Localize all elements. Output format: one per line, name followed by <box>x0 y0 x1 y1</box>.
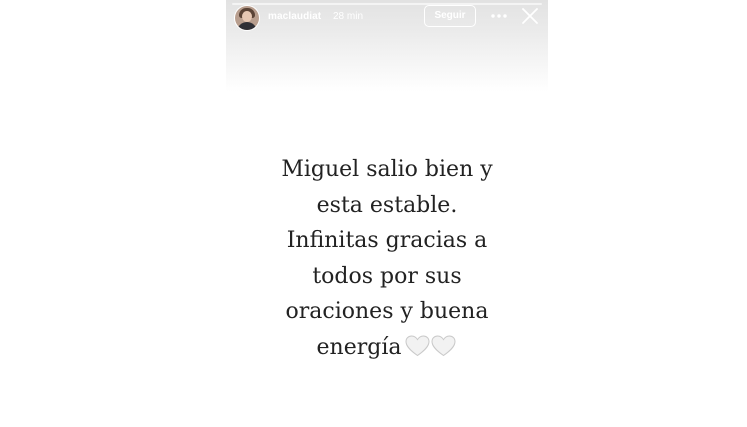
post-time: 28 min <box>333 11 364 22</box>
story-text-line: esta estable. <box>316 192 458 218</box>
story-text: Miguel salio bien y esta estable. Infini… <box>226 152 548 368</box>
story-viewer[interactable]: maclaudiat 28 min Seguir Miguel salio bi… <box>226 0 548 427</box>
user-avatar[interactable] <box>235 6 259 30</box>
story-text-line: oraciones y buena <box>285 299 489 324</box>
story-text-line: Infinitas gracias a <box>286 228 488 253</box>
story-text-line: energía <box>316 334 402 360</box>
more-options-icon[interactable] <box>490 8 508 24</box>
story-text-last-line: energía <box>226 330 548 369</box>
follow-button[interactable]: Seguir <box>424 5 476 27</box>
white-heart-icon <box>405 333 430 356</box>
close-icon[interactable] <box>521 7 539 25</box>
story-text-line: Miguel salio bien y <box>281 157 493 182</box>
username[interactable]: maclaudiat <box>268 11 321 22</box>
hearts-emoji <box>405 333 457 369</box>
white-heart-icon <box>431 333 456 356</box>
story-text-line: todos por sus <box>312 263 462 289</box>
page: maclaudiat 28 min Seguir Miguel salio bi… <box>0 0 747 427</box>
story-header: maclaudiat 28 min Seguir <box>226 0 548 36</box>
